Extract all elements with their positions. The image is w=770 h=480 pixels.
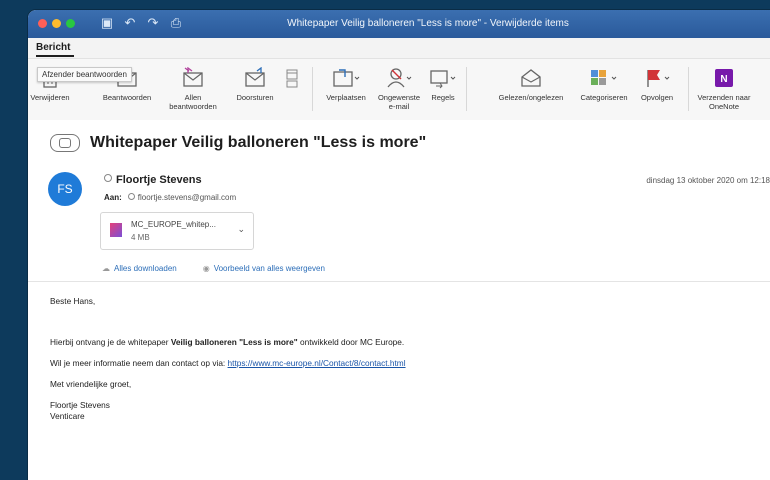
eye-icon: ◉ <box>202 264 210 273</box>
sender-name[interactable]: Floortje Stevens <box>104 174 202 186</box>
body-text: Hierbij ontvang je de whitepaper <box>50 337 171 347</box>
move-button[interactable]: Verplaatsen <box>320 59 372 102</box>
closing: Met vriendelijke groet, <box>50 379 132 389</box>
contact-link[interactable]: https://www.mc-europe.nl/Contact/8/conta… <box>228 358 406 368</box>
forward-icon <box>245 67 265 87</box>
outlook-window: ▣ ↶ ↷ ⎙ Whitepaper Veilig balloneren "Le… <box>28 10 770 480</box>
download-all-label: Alles downloaden <box>114 264 177 273</box>
chevron-down-icon[interactable]: ⌄ <box>237 224 245 235</box>
meeting-reply-button[interactable] <box>282 59 302 93</box>
message-date: dinsdag 13 oktober 2020 om 12:18 <box>646 176 770 185</box>
conversation-icon <box>50 134 80 152</box>
reply-all-label: Allen beantwoorden <box>169 93 217 111</box>
rules-button[interactable]: Regels <box>426 59 460 102</box>
categorize-button[interactable]: Categoriseren <box>574 59 634 102</box>
message-subject: Whitepaper Veilig balloneren "Less is mo… <box>90 134 427 151</box>
body-text: ontwikkeld door MC Europe. <box>297 337 405 347</box>
message-body: Beste Hans, Hierbij ontvang je de whitep… <box>50 296 406 422</box>
body-text: Wil je meer informatie neem dan contact … <box>50 358 228 368</box>
signature-name: Floortje Stevens <box>50 400 110 410</box>
ribbon-toolbar: Verwijderen Beantwoorden Allen beantwoor… <box>28 59 770 122</box>
ribbon-separator <box>312 67 313 111</box>
follow-up-label: Opvolgen <box>640 93 674 102</box>
presence-icon <box>104 174 112 182</box>
presence-icon <box>127 193 135 200</box>
greeting: Beste Hans, <box>50 296 96 306</box>
cloud-download-icon: ☁ <box>102 264 110 273</box>
follow-up-button[interactable]: Opvolgen <box>632 59 682 102</box>
rules-label: Regels <box>431 93 455 102</box>
envelope-open-icon <box>521 69 541 87</box>
ribbon-separator <box>688 67 689 111</box>
reading-pane: Whitepaper Veilig balloneren "Less is mo… <box>28 120 770 480</box>
categorize-icon <box>591 70 617 85</box>
sender-name-text: Floortje Stevens <box>116 174 202 186</box>
reply-all-button[interactable]: Allen beantwoorden <box>168 59 218 111</box>
send-to-onenote-label: Verzenden naar OneNote <box>697 93 751 111</box>
read-unread-label: Gelezen/ongelezen <box>498 93 564 102</box>
message-subject-row: Whitepaper Veilig balloneren "Less is mo… <box>50 134 426 152</box>
attachment-card[interactable]: MC_EUROPE_whitep... 4 MB ⌄ <box>100 212 254 250</box>
reply-label: Beantwoorden <box>102 93 152 102</box>
send-to-onenote-button[interactable]: N Verzenden naar OneNote <box>696 59 752 111</box>
window-title: Whitepaper Veilig balloneren "Less is mo… <box>287 18 569 29</box>
ribbon-separator <box>466 67 467 111</box>
move-label: Verplaatsen <box>326 93 366 102</box>
svg-text:N: N <box>720 74 727 85</box>
recipient-address[interactable]: floortje.stevens@gmail.com <box>138 193 236 202</box>
junk-button[interactable]: Ongewenste e-mail <box>374 59 424 111</box>
junk-icon <box>387 68 412 88</box>
active-tab-indicator <box>36 55 74 57</box>
calendar-icon <box>286 69 298 88</box>
tab-bericht[interactable]: Bericht <box>36 42 70 53</box>
attachment-name: MC_EUROPE_whitep... <box>131 220 216 229</box>
rules-icon <box>430 70 456 89</box>
body-line-2: Wil je meer informatie neem dan contact … <box>50 358 406 369</box>
file-icon <box>110 223 122 237</box>
signature-company: Venticare <box>50 411 85 421</box>
reply-tooltip: Afzender beantwoorden <box>37 67 132 82</box>
categorize-label: Categoriseren <box>580 93 628 102</box>
flag-icon <box>647 70 670 87</box>
whitepaper-title: Veilig balloneren "Less is more" <box>170 337 298 347</box>
body-line-1: Hierbij ontvang je de whitepaper Veilig … <box>50 337 406 348</box>
attachment-actions: ☁ Alles downloaden ◉ Voorbeeld van alles w… <box>102 264 325 273</box>
delete-label: Verwijderen <box>30 93 70 102</box>
download-all-link[interactable]: ☁ Alles downloaden <box>102 264 177 273</box>
recipient-row: Aan: floortje.stevens@gmail.com <box>104 193 236 202</box>
title-bar: ▣ ↶ ↷ ⎙ Whitepaper Veilig balloneren "Le… <box>28 10 770 38</box>
onenote-icon: N <box>715 69 733 87</box>
reply-all-icon <box>183 67 203 87</box>
junk-label: Ongewenste e-mail <box>377 93 421 111</box>
move-icon <box>333 69 360 87</box>
ribbon-tab-bar: Bericht ? <box>28 38 770 59</box>
forward-button[interactable]: Doorsturen <box>228 59 282 102</box>
preview-all-label: Voorbeeld van alles weergeven <box>213 264 325 273</box>
to-label: Aan: <box>104 193 122 202</box>
header-divider <box>28 281 770 282</box>
forward-label: Doorsturen <box>236 93 274 102</box>
read-unread-button[interactable]: Gelezen/ongelezen <box>486 59 576 102</box>
attachment-size: 4 MB <box>131 233 150 242</box>
avatar[interactable]: FS <box>48 172 82 206</box>
preview-all-link[interactable]: ◉ Voorbeeld van alles weergeven <box>203 264 325 273</box>
